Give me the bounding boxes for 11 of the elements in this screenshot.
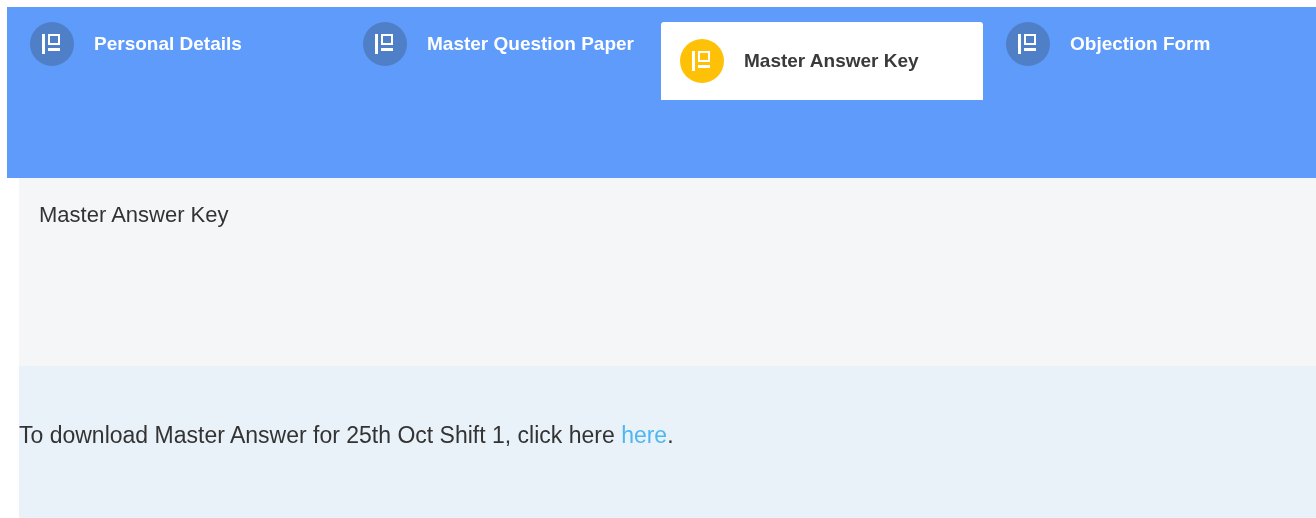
book-icon — [680, 39, 724, 83]
book-icon — [363, 22, 407, 66]
panel-title: Master Answer Key — [39, 202, 230, 228]
download-notice: To download Master Answer for 25th Oct Shift 1, click here here. — [19, 421, 674, 449]
book-icon — [1006, 22, 1050, 66]
tab[interactable]: Objection Form — [983, 7, 1316, 66]
book-icon — [30, 22, 74, 66]
download-link[interactable]: here — [621, 421, 668, 448]
tab[interactable]: Master Question Paper — [340, 7, 661, 66]
tab[interactable]: Master Answer Key — [661, 22, 983, 100]
tab[interactable]: Personal Details — [7, 7, 340, 66]
